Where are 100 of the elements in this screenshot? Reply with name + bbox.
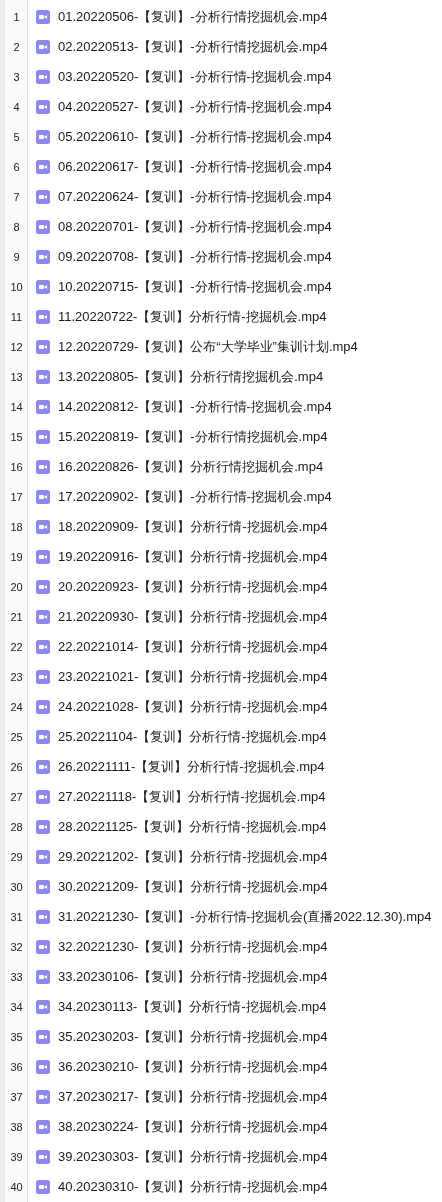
line-number: 23 [9, 671, 24, 683]
file-name[interactable]: 22.20221014-【复训】分析行情-挖掘机会.mp4 [58, 638, 328, 656]
file-name[interactable]: 33.20230106-【复训】分析行情-挖掘机会.mp4 [58, 968, 328, 986]
line-number: 32 [9, 941, 24, 953]
file-name[interactable]: 27.20221118-【复训】分析行情-挖掘机会.mp4 [58, 788, 326, 806]
line-number: 38 [9, 1121, 24, 1133]
line-number: 16 [9, 461, 24, 473]
video-file-icon [36, 1000, 50, 1014]
video-file-icon [36, 70, 50, 84]
video-file-icon [36, 1060, 50, 1074]
line-number: 29 [9, 851, 24, 863]
video-file-icon [36, 850, 50, 864]
file-name[interactable]: 28.20221125-【复训】分析行情-挖掘机会.mp4 [58, 818, 327, 836]
line-number: 19 [9, 551, 24, 563]
video-file-icon [36, 400, 50, 414]
file-name[interactable]: 24.20221028-【复训】分析行情-挖掘机会.mp4 [58, 698, 328, 716]
line-number: 37 [9, 1091, 24, 1103]
video-file-icon [36, 790, 50, 804]
video-file-icon [36, 130, 50, 144]
file-name[interactable]: 34.20230113-【复训】分析行情-挖掘机会.mp4 [58, 998, 327, 1016]
file-name[interactable]: 01.20220506-【复训】-分析行情挖掘机会.mp4 [58, 8, 328, 26]
file-name[interactable]: 19.20220916-【复训】分析行情-挖掘机会.mp4 [58, 548, 328, 566]
video-file-icon [36, 610, 50, 624]
file-name[interactable]: 02.20220513-【复训】-分析行情挖掘机会.mp4 [58, 38, 328, 56]
line-number: 5 [12, 131, 21, 143]
file-name[interactable]: 11.20220722-【复训】分析行情-挖掘机会.mp4 [58, 308, 327, 326]
line-number: 25 [9, 731, 24, 743]
video-file-icon [36, 760, 50, 774]
file-name[interactable]: 12.20220729-【复训】公布“大学毕业”集训计划.mp4 [58, 338, 358, 356]
file-name[interactable]: 37.20230217-【复训】分析行情-挖掘机会.mp4 [58, 1088, 328, 1106]
video-file-icon [36, 460, 50, 474]
file-name[interactable]: 29.20221202-【复训】分析行情-挖掘机会.mp4 [58, 848, 328, 866]
video-file-icon [36, 730, 50, 744]
file-name[interactable]: 20.20220923-【复训】分析行情-挖掘机会.mp4 [58, 578, 328, 596]
video-file-icon [36, 700, 50, 714]
line-number: 33 [9, 971, 24, 983]
file-name[interactable]: 31.20221230-【复训】-分析行情-挖掘机会(直播2022.12.30).mp4 [58, 908, 432, 926]
line-number: 35 [9, 1031, 24, 1043]
video-file-icon [36, 100, 50, 114]
file-name[interactable]: 18.20220909-【复训】分析行情-挖掘机会.mp4 [58, 518, 328, 536]
video-file-icon [36, 520, 50, 534]
line-number: 2 [12, 41, 21, 53]
line-number: 27 [9, 791, 24, 803]
file-name[interactable]: 05.20220610-【复训】-分析行情-挖掘机会.mp4 [58, 128, 332, 146]
line-number: 9 [12, 251, 21, 263]
file-name[interactable]: 32.20221230-【复训】分析行情-挖掘机会.mp4 [58, 938, 328, 956]
line-number: 39 [9, 1151, 24, 1163]
video-file-icon [36, 250, 50, 264]
video-file-icon [36, 490, 50, 504]
video-file-icon [36, 670, 50, 684]
file-name[interactable]: 26.20221111-【复训】分析行情-挖掘机会.mp4 [58, 758, 325, 776]
line-number: 31 [9, 911, 24, 923]
video-file-icon [36, 820, 50, 834]
file-name[interactable]: 06.20220617-【复训】-分析行情-挖掘机会.mp4 [58, 158, 332, 176]
video-file-icon [36, 550, 50, 564]
line-number: 18 [9, 521, 24, 533]
file-name[interactable]: 03.20220520-【复训】-分析行情-挖掘机会.mp4 [58, 68, 332, 86]
line-number: 1 [12, 11, 21, 23]
line-number: 3 [12, 71, 21, 83]
video-file-icon [36, 370, 50, 384]
video-file-icon [36, 1150, 50, 1164]
file-name[interactable]: 30.20221209-【复训】分析行情-挖掘机会.mp4 [58, 878, 328, 896]
file-name[interactable]: 21.20220930-【复训】分析行情-挖掘机会.mp4 [58, 608, 328, 626]
line-number: 17 [9, 491, 24, 503]
video-file-icon [36, 880, 50, 894]
line-number: 4 [12, 101, 21, 113]
line-number: 12 [9, 341, 24, 353]
file-name[interactable]: 07.20220624-【复训】-分析行情-挖掘机会.mp4 [58, 188, 332, 206]
file-name[interactable]: 15.20220819-【复训】-分析行情挖掘机会.mp4 [58, 428, 328, 446]
file-name[interactable]: 10.20220715-【复训】-分析行情-挖掘机会.mp4 [58, 278, 332, 296]
file-name[interactable]: 04.20220527-【复训】-分析行情-挖掘机会.mp4 [58, 98, 332, 116]
video-file-icon [36, 10, 50, 24]
video-file-icon [36, 160, 50, 174]
video-file-icon [36, 970, 50, 984]
line-number: 6 [12, 161, 21, 173]
video-file-icon [36, 310, 50, 324]
file-name[interactable]: 35.20230203-【复训】分析行情-挖掘机会.mp4 [58, 1028, 328, 1046]
file-name[interactable]: 23.20221021-【复训】分析行情-挖掘机会.mp4 [58, 668, 328, 686]
line-number: 11 [9, 311, 24, 323]
line-number: 7 [12, 191, 21, 203]
video-file-icon [36, 220, 50, 234]
line-number: 8 [12, 221, 21, 233]
file-name[interactable]: 14.20220812-【复训】-分析行情-挖掘机会.mp4 [58, 398, 332, 416]
file-name[interactable]: 25.20221104-【复训】分析行情-挖掘机会.mp4 [58, 728, 327, 746]
file-name[interactable]: 39.20230303-【复训】分析行情-挖掘机会.mp4 [58, 1148, 328, 1166]
video-file-icon [36, 340, 50, 354]
video-file-icon [36, 280, 50, 294]
video-file-icon [36, 640, 50, 654]
file-name[interactable]: 08.20220701-【复训】-分析行情-挖掘机会.mp4 [58, 218, 332, 236]
file-name[interactable]: 38.20230224-【复训】分析行情-挖掘机会.mp4 [58, 1118, 328, 1136]
file-name[interactable]: 09.20220708-【复训】-分析行情-挖掘机会.mp4 [58, 248, 332, 266]
file-name[interactable]: 16.20220826-【复训】分析行情挖掘机会.mp4 [58, 458, 324, 476]
file-name[interactable]: 13.20220805-【复训】分析行情挖掘机会.mp4 [58, 368, 324, 386]
file-name[interactable]: 36.20230210-【复训】分析行情-挖掘机会.mp4 [58, 1058, 328, 1076]
line-number: 36 [9, 1061, 24, 1073]
video-file-icon [36, 1180, 50, 1194]
line-number: 26 [9, 761, 24, 773]
file-name[interactable]: 40.20230310-【复训】分析行情-挖掘机会.mp4 [58, 1178, 328, 1196]
file-name[interactable]: 17.20220902-【复训】-分析行情-挖掘机会.mp4 [58, 488, 332, 506]
video-file-icon [36, 40, 50, 54]
